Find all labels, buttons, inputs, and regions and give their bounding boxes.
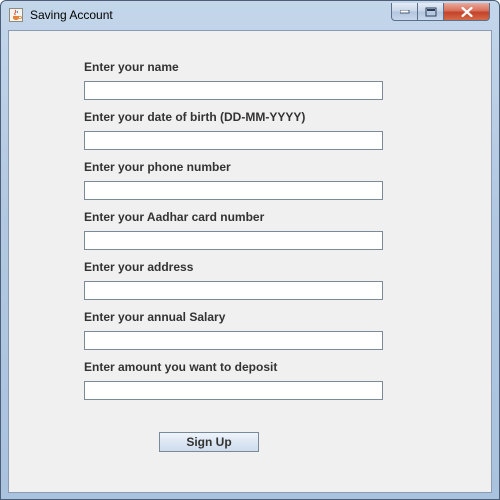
phone-input[interactable] (84, 181, 383, 200)
dob-label: Enter your date of birth (DD-MM-YYYY) (84, 110, 306, 124)
title-bar[interactable]: Saving Account (1, 1, 499, 29)
phone-label: Enter your phone number (84, 160, 231, 174)
address-label: Enter your address (84, 260, 194, 274)
window-title: Saving Account (30, 8, 113, 22)
close-button[interactable] (444, 3, 490, 21)
aadhar-input[interactable] (84, 231, 383, 250)
app-window: Saving Account Enter your name Enter you… (0, 0, 500, 500)
deposit-label: Enter amount you want to deposit (84, 360, 278, 374)
maximize-button[interactable] (418, 3, 444, 21)
name-input[interactable] (84, 81, 383, 100)
java-cup-icon[interactable] (9, 8, 23, 22)
name-label: Enter your name (84, 60, 179, 74)
salary-label: Enter your annual Salary (84, 310, 226, 324)
minimize-button[interactable] (391, 3, 418, 21)
minimize-icon (399, 9, 409, 13)
salary-input[interactable] (84, 331, 383, 350)
close-icon (461, 6, 472, 17)
form-panel: Enter your name Enter your date of birth… (8, 30, 492, 493)
aadhar-label: Enter your Aadhar card number (84, 210, 265, 224)
maximize-icon (425, 7, 436, 16)
address-input[interactable] (84, 281, 383, 300)
dob-input[interactable] (84, 131, 383, 150)
deposit-input[interactable] (84, 381, 383, 400)
sign-up-button[interactable]: Sign Up (159, 432, 259, 452)
